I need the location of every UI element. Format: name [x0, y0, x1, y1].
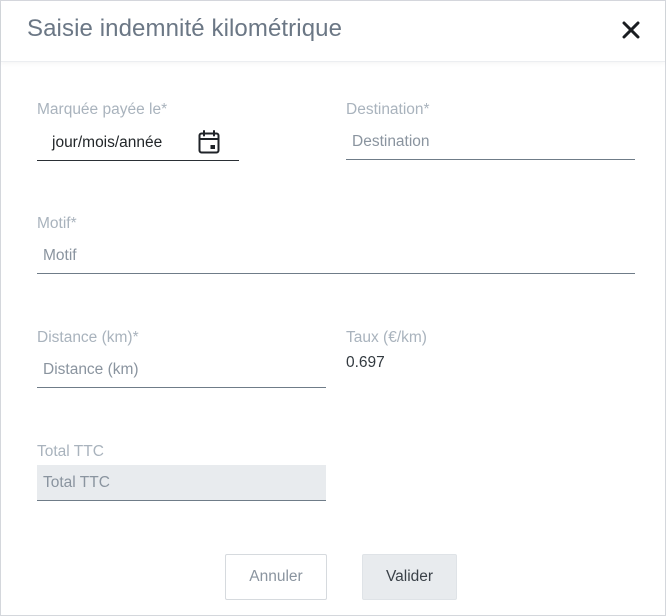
rate-label: Taux (€/km) [346, 329, 427, 346]
motif-input[interactable] [37, 238, 635, 274]
cancel-button[interactable]: Annuler [225, 554, 327, 600]
dialog-header: Saisie indemnité kilométrique [1, 1, 665, 62]
distance-input[interactable] [37, 352, 326, 388]
total-input [37, 465, 326, 501]
paid-date-input[interactable]: jour/mois/année [37, 125, 239, 161]
destination-input[interactable] [346, 124, 635, 160]
destination-label: Destination* [346, 101, 430, 118]
indemnity-dialog: Saisie indemnité kilométrique Marquée pa… [0, 0, 666, 616]
dialog-title: Saisie indemnité kilométrique [27, 15, 343, 42]
close-icon [622, 21, 640, 39]
motif-label: Motif* [37, 215, 77, 232]
paid-date-label: Marquée payée le* [37, 101, 168, 118]
calendar-icon[interactable] [198, 130, 220, 154]
total-label: Total TTC [37, 443, 104, 460]
distance-label: Distance (km)* [37, 329, 139, 346]
close-button[interactable] [619, 18, 643, 42]
submit-button[interactable]: Valider [362, 554, 457, 600]
rate-value: 0.697 [346, 354, 385, 371]
paid-date-value: jour/mois/année [52, 134, 163, 151]
